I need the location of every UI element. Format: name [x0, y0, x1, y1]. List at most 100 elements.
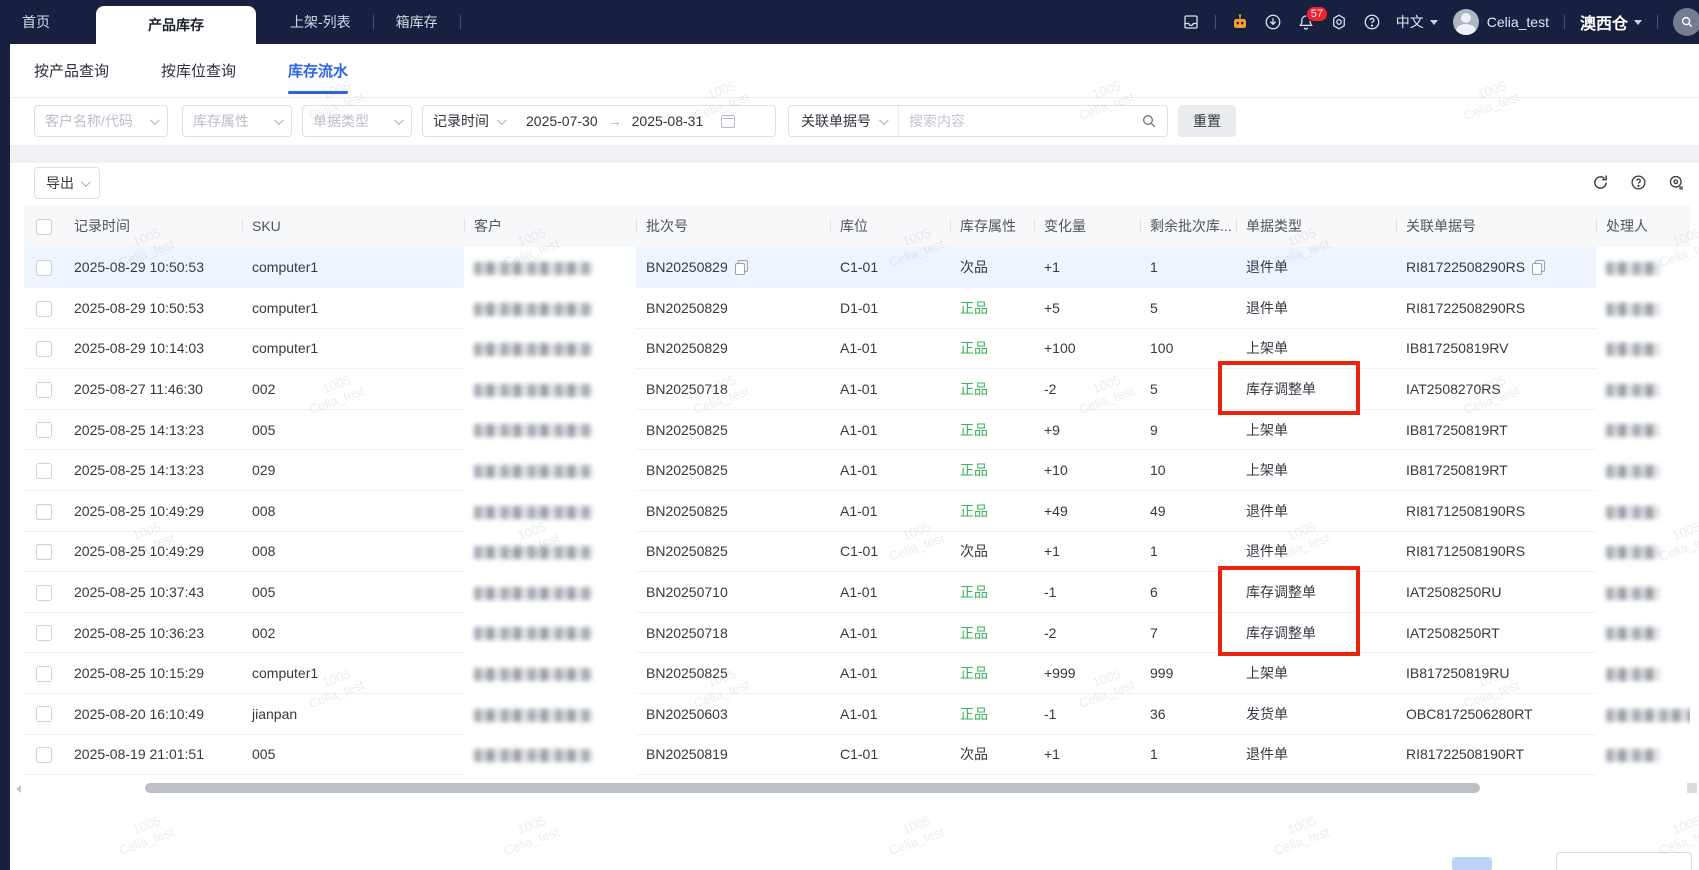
- row-checkbox[interactable]: [36, 665, 52, 682]
- header-record-time[interactable]: 记录时间: [64, 205, 242, 247]
- row-checkbox[interactable]: [36, 584, 52, 601]
- scroll-left-arrow-icon[interactable]: [16, 785, 21, 793]
- time-field-select[interactable]: 记录时间: [433, 111, 489, 131]
- table-row[interactable]: 2025-08-25 10:15:29 computer1 BN20250825…: [24, 652, 1690, 695]
- settings-hex-icon[interactable]: [1330, 13, 1348, 31]
- related-doc-value: 关联单据号: [801, 113, 871, 129]
- horizontal-scrollbar[interactable]: [10, 782, 1699, 795]
- cell-select: [24, 490, 64, 532]
- date-filter-group: 记录时间 2025-07-30 → 2025-08-31: [422, 105, 776, 137]
- cell-record-time: 2025-08-20 16:10:49: [64, 693, 242, 735]
- table-row[interactable]: 2025-08-25 14:13:23 029 BN20250825 A1-01…: [24, 449, 1690, 492]
- help-circle-icon[interactable]: [1630, 174, 1647, 191]
- subtab-by-product[interactable]: 按产品查询: [34, 44, 109, 98]
- related-doc-select[interactable]: 关联单据号: [789, 106, 899, 136]
- cell-change-qty: -1: [1034, 571, 1140, 613]
- header-batch-no[interactable]: 批次号: [636, 205, 830, 247]
- table-row[interactable]: 2025-08-25 10:49:29 008 BN20250825 C1-01…: [24, 531, 1690, 573]
- row-checkbox[interactable]: [36, 706, 52, 723]
- inbox-icon[interactable]: [1182, 13, 1200, 31]
- table-row[interactable]: 2025-08-27 11:46:30 002 BN20250718 A1-01…: [24, 368, 1690, 410]
- cell-batch-no: BN20250825: [636, 409, 830, 451]
- table-row[interactable]: 2025-08-29 10:14:03 computer1 BN20250829…: [24, 328, 1690, 370]
- row-checkbox[interactable]: [36, 503, 52, 520]
- top-tab-box-inventory[interactable]: 箱库存: [374, 0, 460, 44]
- doc-type-select[interactable]: 单据类型: [302, 105, 412, 137]
- handler-blur-blob: [1606, 627, 1660, 641]
- row-checkbox[interactable]: [36, 422, 52, 439]
- date-end[interactable]: 2025-08-31: [632, 113, 704, 129]
- cell-sku: computer1: [242, 652, 464, 695]
- select-all-checkbox[interactable]: [36, 218, 52, 235]
- cell-location: A1-01: [830, 652, 950, 695]
- top-tab-putaway-list[interactable]: 上架-列表: [268, 0, 373, 44]
- copy-batch-icon[interactable]: [734, 260, 748, 276]
- table-row[interactable]: 2025-08-25 10:37:43 005 BN20250710 A1-01…: [24, 571, 1690, 613]
- row-checkbox[interactable]: [36, 341, 52, 358]
- row-checkbox[interactable]: [36, 300, 52, 317]
- header-related-doc[interactable]: 关联单据号: [1396, 205, 1596, 247]
- table-row[interactable]: 2025-08-25 14:13:23 005 BN20250825 A1-01…: [24, 409, 1690, 451]
- refresh-icon[interactable]: [1592, 174, 1609, 191]
- date-range-picker[interactable]: 2025-07-30 → 2025-08-31: [526, 113, 736, 129]
- cell-sku: 005: [242, 571, 464, 613]
- pagination-page-size-select[interactable]: [1556, 852, 1692, 870]
- user-menu[interactable]: Celia_test: [1452, 9, 1549, 35]
- subtab-inventory-flow[interactable]: 库存流水: [288, 44, 349, 98]
- search-input[interactable]: [899, 113, 1141, 129]
- header-handler[interactable]: 处理人: [1596, 205, 1690, 247]
- row-checkbox[interactable]: [36, 625, 52, 642]
- pagination-page-button[interactable]: [1452, 857, 1492, 870]
- cell-select: [24, 531, 64, 573]
- cell-record-time: 2025-08-29 10:50:53: [64, 287, 242, 329]
- reset-button[interactable]: 重置: [1178, 105, 1236, 137]
- cell-record-time: 2025-08-25 10:36:23: [64, 612, 242, 654]
- top-tab-product-inventory[interactable]: 产品库存: [96, 6, 256, 44]
- robot-assistant-icon[interactable]: [1231, 13, 1249, 31]
- header-doc-type[interactable]: 单据类型: [1236, 205, 1396, 247]
- header-customer[interactable]: 客户: [464, 205, 636, 247]
- table-row[interactable]: 2025-08-25 10:36:23 002 BN20250718 A1-01…: [24, 612, 1690, 654]
- row-checkbox[interactable]: [36, 462, 52, 479]
- scrollbar-thumb[interactable]: [145, 783, 1480, 793]
- download-icon[interactable]: [1264, 13, 1282, 31]
- row-checkbox[interactable]: [36, 381, 52, 398]
- inventory-attr-select[interactable]: 库存属性: [182, 105, 292, 137]
- customer-blur-blob: [474, 586, 592, 600]
- copy-related-icon[interactable]: [1532, 260, 1546, 276]
- subtab-by-location[interactable]: 按库位查询: [161, 44, 236, 98]
- export-button[interactable]: 导出: [34, 167, 100, 199]
- cell-change-qty: -1: [1034, 693, 1140, 735]
- cell-location: A1-01: [830, 612, 950, 654]
- header-inventory-attr[interactable]: 库存属性: [950, 205, 1034, 247]
- cell-doc-type: 上架单: [1236, 409, 1396, 451]
- cell-inventory-attr: 正品: [950, 449, 1034, 492]
- row-checkbox[interactable]: [36, 747, 52, 764]
- customer-select[interactable]: 客户名称/代码: [34, 105, 168, 137]
- scrollbar-corner: [1687, 783, 1697, 793]
- handler-blur-blob: [1606, 383, 1660, 397]
- header-location[interactable]: 库位: [830, 205, 950, 247]
- cell-remaining-batch: 36: [1140, 693, 1236, 735]
- notifications[interactable]: 57: [1297, 6, 1328, 31]
- header-sku[interactable]: SKU: [242, 205, 464, 247]
- top-tab-home[interactable]: 首页: [0, 0, 72, 44]
- language-selector[interactable]: 中文: [1396, 12, 1438, 32]
- table-row[interactable]: 2025-08-29 10:50:53 computer1 BN20250829…: [24, 287, 1690, 329]
- table-row[interactable]: 2025-08-29 10:50:53 computer1 BN20250829…: [24, 247, 1690, 289]
- search-avatar-icon[interactable]: [1673, 8, 1699, 36]
- header-change-qty[interactable]: 变化量: [1034, 205, 1140, 247]
- row-checkbox[interactable]: [36, 544, 52, 561]
- table-row[interactable]: 2025-08-20 16:10:49 jianpan BN20250603 A…: [24, 693, 1690, 735]
- date-start[interactable]: 2025-07-30: [526, 113, 598, 129]
- cell-change-qty: +49: [1034, 490, 1140, 532]
- warehouse-selector[interactable]: 澳西仓: [1580, 10, 1642, 34]
- help-icon[interactable]: [1363, 13, 1381, 31]
- table-row[interactable]: 2025-08-19 21:01:51 005 BN20250819 C1-01…: [24, 734, 1690, 776]
- cell-batch-no: BN20250718: [636, 368, 830, 410]
- row-checkbox[interactable]: [36, 259, 52, 276]
- header-remaining-batch[interactable]: 剩余批次库...: [1140, 205, 1236, 247]
- column-settings-icon[interactable]: [1668, 174, 1685, 191]
- table-row[interactable]: 2025-08-25 10:49:29 008 BN20250825 A1-01…: [24, 490, 1690, 532]
- search-icon[interactable]: [1141, 113, 1157, 129]
